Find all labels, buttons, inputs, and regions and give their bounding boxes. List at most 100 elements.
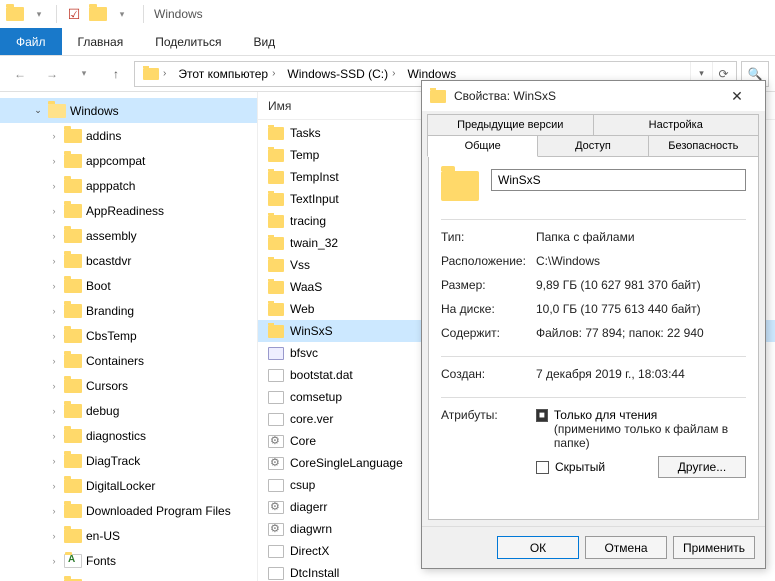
folder-icon bbox=[64, 479, 82, 493]
file-icon bbox=[268, 567, 284, 580]
dialog-buttons: ОК Отмена Применить bbox=[422, 526, 765, 568]
nav-forward[interactable]: → bbox=[38, 60, 66, 88]
tree-item[interactable]: ›Branding bbox=[0, 298, 257, 323]
value-type: Папка с файлами bbox=[536, 230, 635, 244]
tree-item[interactable]: ›Cursors bbox=[0, 373, 257, 398]
tab-home[interactable]: Главная bbox=[62, 28, 140, 55]
folder-icon bbox=[268, 325, 284, 338]
gear-icon bbox=[268, 523, 284, 536]
tree-item[interactable]: ›GameBarPresenceWriter bbox=[0, 573, 257, 581]
folder-icon bbox=[64, 304, 82, 318]
close-icon[interactable]: ✕ bbox=[717, 81, 757, 111]
folder-icon bbox=[64, 229, 82, 243]
folder-icon bbox=[64, 179, 82, 193]
quick-access-toolbar: ▾ ☑ ▾ bbox=[4, 3, 133, 25]
tree-item[interactable]: ›DigitalLocker bbox=[0, 473, 257, 498]
label-attributes: Атрибуты: bbox=[441, 408, 536, 478]
tree-item[interactable]: ›Containers bbox=[0, 348, 257, 373]
cancel-button[interactable]: Отмена bbox=[585, 536, 667, 559]
folder-icon bbox=[268, 171, 284, 184]
file-icon bbox=[268, 369, 284, 382]
label-created: Создан: bbox=[441, 367, 536, 381]
value-created: 7 декабря 2019 г., 18:03:44 bbox=[536, 367, 685, 381]
file-icon bbox=[268, 479, 284, 492]
tree-item[interactable]: ›DiagTrack bbox=[0, 448, 257, 473]
tab-sharing[interactable]: Доступ bbox=[537, 135, 648, 157]
apply-button[interactable]: Применить bbox=[673, 536, 755, 559]
tab-general[interactable]: Общие bbox=[427, 135, 538, 157]
ribbon-tabs: Файл Главная Поделиться Вид bbox=[0, 28, 775, 56]
label-size-on-disk: На диске: bbox=[441, 302, 536, 316]
advanced-button[interactable]: Другие... bbox=[658, 456, 746, 478]
file-icon bbox=[268, 413, 284, 426]
folder-icon bbox=[268, 215, 284, 228]
tree-item[interactable]: ›addins bbox=[0, 123, 257, 148]
folder-icon bbox=[64, 529, 82, 543]
tree-item[interactable]: ›debug bbox=[0, 398, 257, 423]
tree-item[interactable]: ›assembly bbox=[0, 223, 257, 248]
folder-icon bbox=[48, 104, 66, 118]
properties-dialog: Свойства: WinSxS ✕ Предыдущие версии Нас… bbox=[421, 80, 766, 569]
tab-share[interactable]: Поделиться bbox=[139, 28, 237, 55]
tree-item[interactable]: ›diagnostics bbox=[0, 423, 257, 448]
folder-icon bbox=[268, 237, 284, 250]
tree-item[interactable]: ›apppatch bbox=[0, 173, 257, 198]
label-location: Расположение: bbox=[441, 254, 536, 268]
folder-icon bbox=[64, 154, 82, 168]
ok-button[interactable]: ОК bbox=[497, 536, 579, 559]
label-size: Размер: bbox=[441, 278, 536, 292]
folder-icon bbox=[64, 554, 82, 568]
folder-icon bbox=[64, 354, 82, 368]
folder-icon bbox=[64, 454, 82, 468]
qat-folder-icon[interactable] bbox=[87, 3, 109, 25]
readonly-checkbox[interactable]: ■ bbox=[536, 409, 548, 422]
crumb-this-pc[interactable]: Этот компьютер› bbox=[172, 62, 281, 86]
hidden-label: Скрытый bbox=[555, 460, 605, 474]
tree-item[interactable]: ›Downloaded Program Files bbox=[0, 498, 257, 523]
tab-previous-versions[interactable]: Предыдущие версии bbox=[427, 114, 594, 136]
qat-customize[interactable]: ▾ bbox=[111, 3, 133, 25]
tree-item[interactable]: ›CbsTemp bbox=[0, 323, 257, 348]
gear-icon bbox=[268, 457, 284, 470]
folder-system-icon[interactable] bbox=[4, 3, 26, 25]
tree-item[interactable]: ›AppReadiness bbox=[0, 198, 257, 223]
tab-customize[interactable]: Настройка bbox=[593, 114, 760, 136]
hidden-checkbox[interactable] bbox=[536, 461, 549, 474]
tab-file[interactable]: Файл bbox=[0, 28, 62, 55]
gear-icon bbox=[268, 435, 284, 448]
gear-icon bbox=[268, 501, 284, 514]
tree-item[interactable]: ›Boot bbox=[0, 273, 257, 298]
folder-name-input[interactable] bbox=[491, 169, 746, 191]
properties-check-icon[interactable]: ☑ bbox=[63, 3, 85, 25]
readonly-sublabel: (применимо только к файлам в папке) bbox=[554, 422, 746, 450]
tab-view[interactable]: Вид bbox=[237, 28, 291, 55]
crumb-drive[interactable]: Windows-SSD (C:)› bbox=[281, 62, 401, 86]
nav-up[interactable]: ↑ bbox=[102, 60, 130, 88]
tree-root-windows[interactable]: ⌄Windows bbox=[0, 98, 257, 123]
app-icon bbox=[268, 347, 284, 360]
dialog-folder-icon bbox=[430, 90, 446, 103]
folder-icon bbox=[268, 127, 284, 140]
value-contains: Файлов: 77 894; папок: 22 940 bbox=[536, 326, 704, 340]
nav-tree[interactable]: ⌄Windows›addins›appcompat›apppatch›AppRe… bbox=[0, 92, 258, 581]
folder-icon bbox=[268, 281, 284, 294]
folder-large-icon bbox=[441, 171, 479, 201]
value-size: 9,89 ГБ (10 627 981 370 байт) bbox=[536, 278, 701, 292]
tree-item[interactable]: ›Fonts bbox=[0, 548, 257, 573]
dialog-titlebar[interactable]: Свойства: WinSxS ✕ bbox=[422, 81, 765, 111]
dialog-tabs: Предыдущие версии Настройка Общие Доступ… bbox=[428, 115, 759, 157]
nav-recent[interactable]: ▾ bbox=[70, 60, 98, 88]
tree-item[interactable]: ›en-US bbox=[0, 523, 257, 548]
label-type: Тип: bbox=[441, 230, 536, 244]
tree-item[interactable]: ›bcastdvr bbox=[0, 248, 257, 273]
nav-back[interactable]: ← bbox=[6, 60, 34, 88]
folder-icon bbox=[268, 193, 284, 206]
breadcrumb-root-icon bbox=[143, 68, 159, 80]
folder-icon bbox=[64, 329, 82, 343]
value-location: C:\Windows bbox=[536, 254, 600, 268]
label-contains: Содержит: bbox=[441, 326, 536, 340]
qat-dropdown[interactable]: ▾ bbox=[28, 3, 50, 25]
tree-item[interactable]: ›appcompat bbox=[0, 148, 257, 173]
tab-security[interactable]: Безопасность bbox=[648, 135, 759, 157]
folder-icon bbox=[268, 303, 284, 316]
